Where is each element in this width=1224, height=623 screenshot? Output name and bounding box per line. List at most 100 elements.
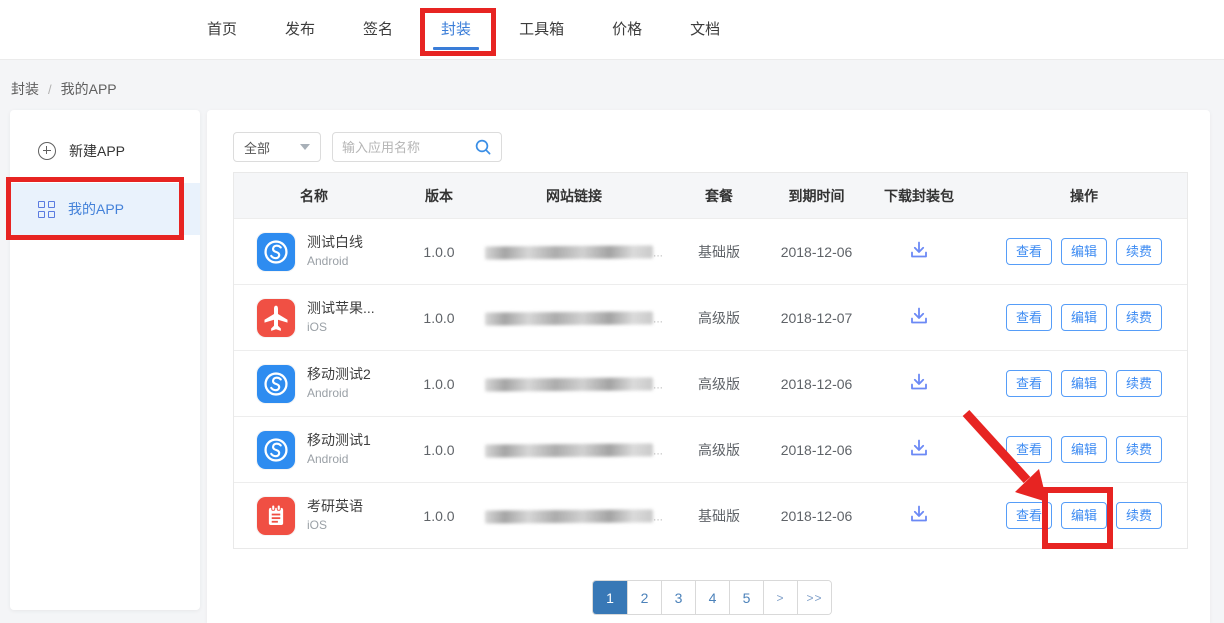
column-header: 下载封装包 — [859, 186, 979, 206]
pagination: 12345>>> — [592, 580, 832, 615]
sidebar-item-my-app[interactable]: 我的APP — [10, 183, 200, 235]
chevron-down-icon — [300, 144, 310, 150]
app-plan: 高级版 — [664, 308, 774, 328]
sidebar: 新建APP 我的APP — [10, 110, 200, 610]
table-row: 测试白线 Android 1.0.0 ... 基础版 2018-12-06 查看… — [234, 218, 1187, 284]
app-plan: 高级版 — [664, 440, 774, 460]
renew-button[interactable]: 续费 — [1116, 238, 1162, 265]
app-platform: Android — [307, 452, 348, 466]
app-name: 测试苹果... — [307, 300, 375, 316]
nav-tab-7[interactable]: 文档 — [690, 0, 720, 59]
main-nav: 首页发布签名封装 工具箱 价格文档 — [207, 0, 720, 59]
top-navbar: 首页发布签名封装 工具箱 价格文档 — [0, 0, 1224, 60]
download-icon[interactable] — [908, 503, 930, 525]
app-name: 移动测试2 — [307, 366, 371, 382]
breadcrumb-separator: / — [48, 82, 52, 97]
app-name: 考研英语 — [307, 498, 363, 514]
search-input[interactable] — [342, 140, 468, 155]
breadcrumb: 封装 / 我的APP — [11, 79, 117, 99]
renew-button[interactable]: 续费 — [1116, 436, 1162, 463]
nav-tab-6[interactable]: 价格 — [612, 0, 642, 59]
page-button-5[interactable]: 5 — [729, 581, 763, 614]
app-platform: Android — [307, 254, 348, 268]
notepad-icon — [257, 497, 295, 535]
s-logo-icon — [257, 365, 295, 403]
view-button[interactable]: 查看 — [1006, 436, 1052, 463]
renew-button[interactable]: 续费 — [1116, 304, 1162, 331]
last-page-button[interactable]: >> — [797, 581, 831, 614]
app-version: 1.0.0 — [394, 244, 484, 260]
renew-button[interactable]: 续费 — [1116, 502, 1162, 529]
nav-tab-5[interactable]: 工具箱 — [519, 0, 564, 59]
app-plan: 高级版 — [664, 374, 774, 394]
download-icon[interactable] — [908, 305, 930, 327]
sidebar-item-new-app[interactable]: 新建APP — [10, 130, 200, 172]
edit-button[interactable]: 编辑 — [1061, 436, 1107, 463]
app-expiry: 2018-12-07 — [774, 310, 859, 326]
blurred-link — [485, 444, 653, 458]
app-version: 1.0.0 — [394, 376, 484, 392]
renew-button[interactable]: 续费 — [1116, 370, 1162, 397]
edit-button[interactable]: 编辑 — [1061, 304, 1107, 331]
nav-tab-4[interactable]: 封装 — [441, 0, 471, 59]
app-name: 测试白线 — [307, 234, 363, 250]
new-app-label: 新建APP — [69, 141, 125, 161]
column-header: 到期时间 — [774, 186, 859, 206]
grid-icon — [38, 201, 55, 218]
column-header: 操作 — [979, 186, 1189, 206]
table-header-row: 名称版本网站链接套餐到期时间下载封装包操作 — [234, 173, 1187, 218]
app-platform: iOS — [307, 518, 327, 532]
edit-button[interactable]: 编辑 — [1061, 502, 1107, 529]
nav-tab-3[interactable]: 签名 — [363, 0, 393, 59]
app-version: 1.0.0 — [394, 310, 484, 326]
download-icon[interactable] — [908, 371, 930, 393]
app-platform: Android — [307, 386, 348, 400]
table-row: 移动测试1 Android 1.0.0 ... 高级版 2018-12-06 查… — [234, 416, 1187, 482]
page-button-4[interactable]: 4 — [695, 581, 729, 614]
view-button[interactable]: 查看 — [1006, 238, 1052, 265]
app-table: 名称版本网站链接套餐到期时间下载封装包操作 测试白线 Android 1.0.0… — [233, 172, 1188, 549]
column-header: 版本 — [394, 186, 484, 206]
table-row: 测试苹果... iOS 1.0.0 ... 高级版 2018-12-07 查看 … — [234, 284, 1187, 350]
blurred-link — [485, 246, 653, 260]
app-version: 1.0.0 — [394, 442, 484, 458]
app-plan: 基础版 — [664, 506, 774, 526]
column-header: 名称 — [234, 186, 394, 206]
s-logo-icon — [257, 233, 295, 271]
nav-tab-2[interactable]: 发布 — [285, 0, 315, 59]
category-dropdown[interactable]: 全部 — [233, 132, 321, 162]
link-ellipsis: ... — [653, 378, 663, 392]
link-ellipsis: ... — [653, 312, 663, 326]
edit-button[interactable]: 编辑 — [1061, 370, 1107, 397]
view-button[interactable]: 查看 — [1006, 304, 1052, 331]
app-expiry: 2018-12-06 — [774, 244, 859, 260]
app-expiry: 2018-12-06 — [774, 508, 859, 524]
breadcrumb-my-app: 我的APP — [61, 79, 117, 99]
app-plan: 基础版 — [664, 242, 774, 262]
blurred-link — [485, 312, 653, 326]
next-page-button[interactable]: > — [763, 581, 797, 614]
search-icon[interactable] — [474, 138, 492, 156]
table-row: 移动测试2 Android 1.0.0 ... 高级版 2018-12-06 查… — [234, 350, 1187, 416]
page-button-2[interactable]: 2 — [627, 581, 661, 614]
link-ellipsis: ... — [653, 510, 663, 524]
airplane-icon — [257, 299, 295, 337]
nav-tab-1[interactable]: 首页 — [207, 0, 237, 59]
breadcrumb-package[interactable]: 封装 — [11, 79, 39, 99]
edit-button[interactable]: 编辑 — [1061, 238, 1107, 265]
s-logo-icon — [257, 431, 295, 469]
view-button[interactable]: 查看 — [1006, 370, 1052, 397]
app-expiry: 2018-12-06 — [774, 376, 859, 392]
app-expiry: 2018-12-06 — [774, 442, 859, 458]
table-row: 考研英语 iOS 1.0.0 ... 基础版 2018-12-06 查看 编辑 … — [234, 482, 1187, 548]
app-platform: iOS — [307, 320, 327, 334]
column-header: 网站链接 — [484, 186, 664, 206]
download-icon[interactable] — [908, 239, 930, 261]
page-button-1[interactable]: 1 — [593, 581, 627, 614]
view-button[interactable]: 查看 — [1006, 502, 1052, 529]
page-button-3[interactable]: 3 — [661, 581, 695, 614]
blurred-link — [485, 510, 653, 524]
blurred-link — [485, 378, 653, 392]
category-dropdown-value: 全部 — [244, 138, 270, 157]
download-icon[interactable] — [908, 437, 930, 459]
